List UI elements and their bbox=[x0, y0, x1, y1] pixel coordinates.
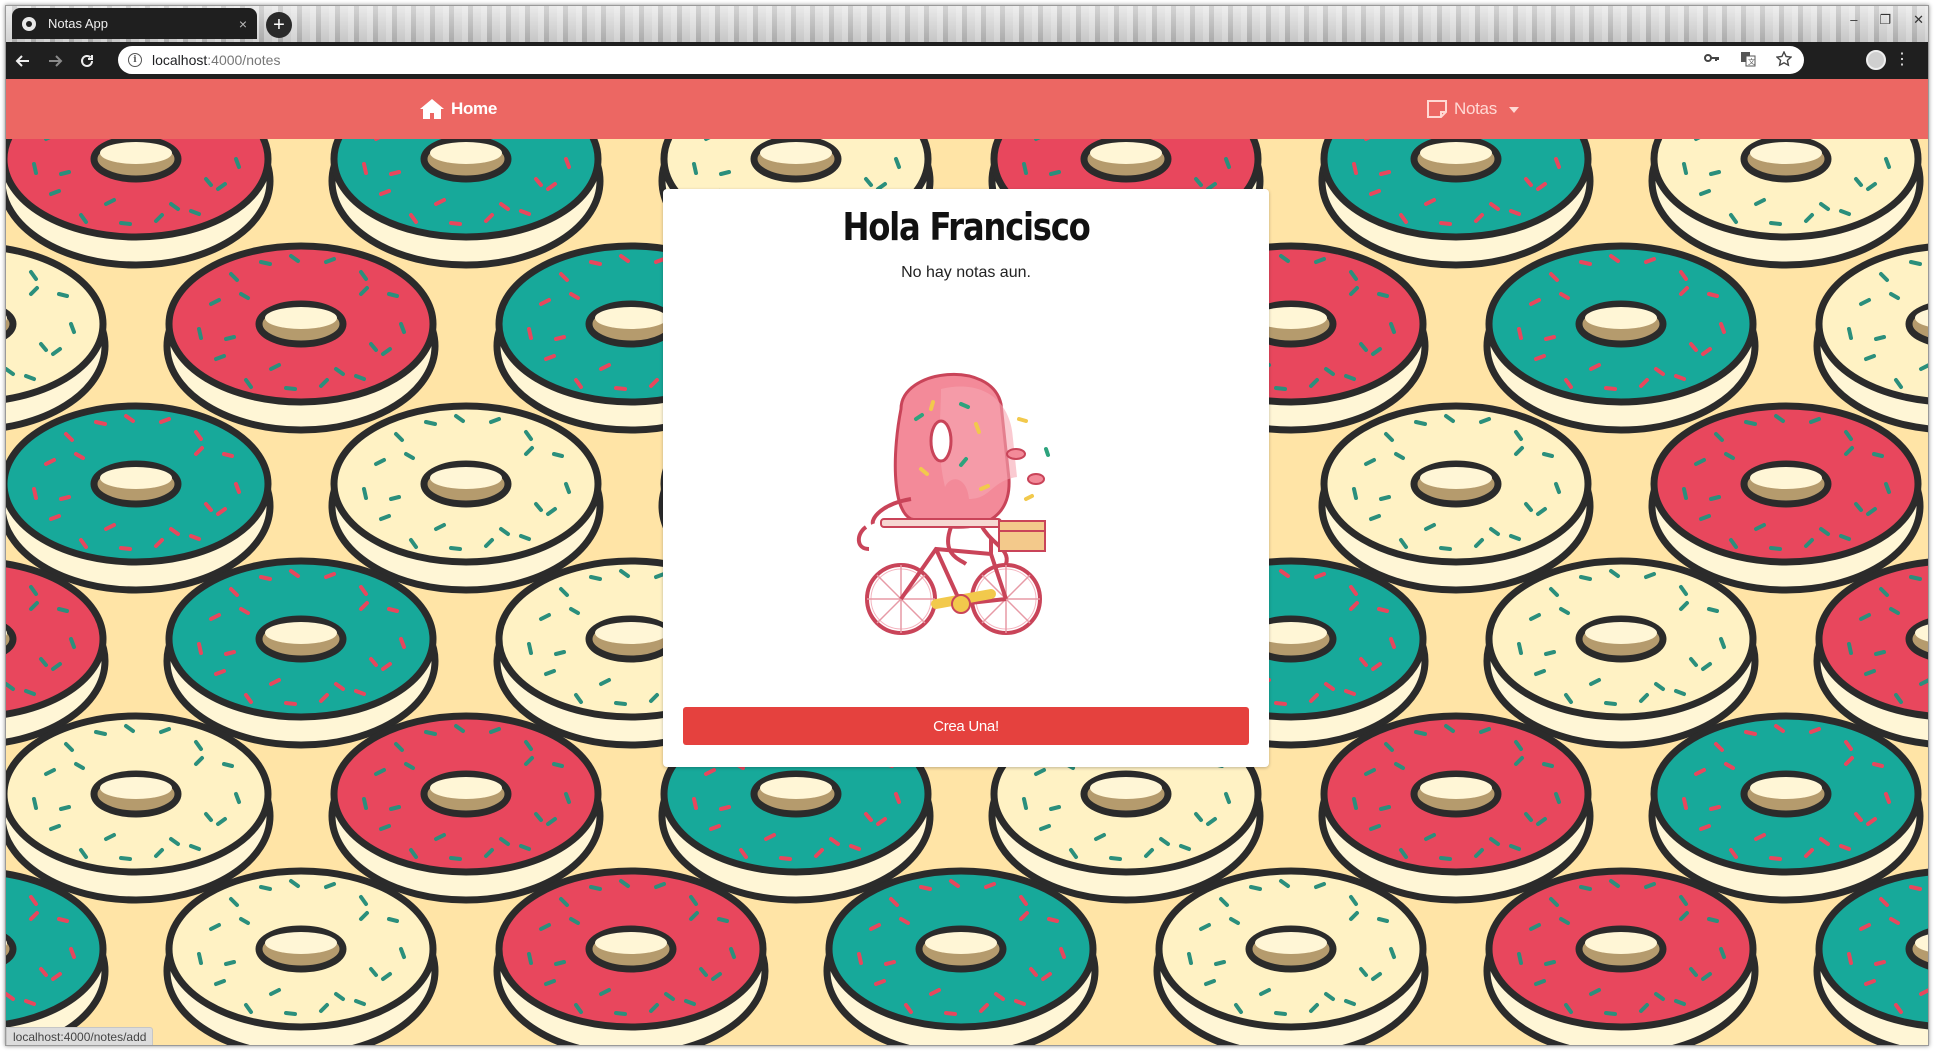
sticky-note-icon bbox=[1427, 100, 1447, 118]
url-host: localhost bbox=[152, 52, 208, 68]
donut bbox=[1318, 712, 1594, 904]
tab-title: Notas App bbox=[48, 16, 108, 31]
empty-notes-message: No hay notas aun. bbox=[901, 264, 1031, 281]
address-bar[interactable]: i localhost:4000/notes 文 bbox=[118, 46, 1804, 74]
browser-window: Notas App × + – ❐ ✕ i localhost:4000/not… bbox=[5, 5, 1929, 1046]
minimize-icon[interactable]: – bbox=[1850, 12, 1857, 28]
donut bbox=[1318, 139, 1594, 269]
caret-down-icon bbox=[1508, 107, 1519, 113]
donut bbox=[1648, 402, 1924, 594]
address-bar-actions: 文 bbox=[1704, 51, 1792, 67]
nav-notes-dropdown[interactable]: Notas bbox=[1426, 79, 1519, 139]
page-viewport: Home Notas Hola Francisco No hay notas a… bbox=[6, 79, 1928, 1045]
donut bbox=[1483, 557, 1759, 749]
donut bbox=[6, 402, 274, 594]
nav-notes-label: Notas bbox=[1454, 99, 1497, 118]
donut bbox=[1648, 712, 1924, 904]
globe-icon bbox=[22, 16, 36, 31]
svg-text:文: 文 bbox=[1748, 57, 1755, 66]
browser-toolbar: i localhost:4000/notes 文 ⋮ bbox=[6, 42, 1928, 79]
close-window-icon[interactable]: ✕ bbox=[1913, 12, 1924, 28]
donut bbox=[1483, 867, 1759, 1045]
donut bbox=[823, 867, 1099, 1045]
donut bbox=[6, 712, 274, 904]
donut bbox=[163, 867, 439, 1045]
greeting-title: Hola Francisco bbox=[842, 205, 1090, 249]
donut bbox=[328, 139, 604, 269]
nav-home-link[interactable]: Home bbox=[419, 79, 497, 139]
donut bbox=[1813, 558, 1928, 748]
donut bbox=[6, 245, 109, 431]
star-icon[interactable] bbox=[1776, 51, 1792, 67]
window-controls: – ❐ ✕ bbox=[1850, 12, 1924, 28]
nav-home-label: Home bbox=[451, 99, 498, 118]
donut bbox=[328, 712, 604, 904]
donut bbox=[163, 242, 439, 434]
more-menu-icon[interactable]: ⋮ bbox=[1894, 50, 1910, 70]
welcome-card: Hola Francisco No hay notas aun. Crea Un… bbox=[663, 189, 1269, 767]
navbar: Home Notas bbox=[6, 79, 1928, 139]
status-bar-url: localhost:4000/notes/add bbox=[6, 1027, 154, 1045]
key-icon[interactable] bbox=[1704, 51, 1720, 65]
info-icon[interactable]: i bbox=[128, 53, 142, 67]
donut bbox=[163, 557, 439, 749]
donut bbox=[1813, 243, 1928, 433]
donut bbox=[1648, 139, 1924, 269]
donut bbox=[6, 139, 274, 269]
home-icon bbox=[420, 99, 444, 119]
translate-icon[interactable]: 文 bbox=[1740, 51, 1756, 67]
url-path: :4000/notes bbox=[207, 52, 281, 68]
close-tab-icon[interactable]: × bbox=[239, 16, 247, 32]
browser-tab[interactable]: Notas App × bbox=[12, 8, 257, 39]
tab-strip: Notas App × + – ❐ ✕ bbox=[6, 6, 1928, 42]
reload-icon[interactable] bbox=[72, 46, 102, 76]
donut-riding-bicycle-illustration bbox=[856, 372, 1050, 635]
donut bbox=[1483, 242, 1759, 434]
donut bbox=[1318, 402, 1594, 594]
profile-avatar-icon[interactable] bbox=[1866, 50, 1886, 70]
donut bbox=[493, 867, 769, 1045]
back-icon[interactable] bbox=[8, 46, 38, 76]
forward-icon[interactable] bbox=[40, 46, 70, 76]
url-text: localhost:4000/notes bbox=[152, 52, 280, 68]
donut bbox=[328, 402, 604, 594]
donut bbox=[1153, 867, 1429, 1045]
create-note-button[interactable]: Crea Una! bbox=[683, 707, 1249, 745]
new-tab-button[interactable]: + bbox=[266, 12, 292, 38]
restore-icon[interactable]: ❐ bbox=[1879, 12, 1891, 28]
